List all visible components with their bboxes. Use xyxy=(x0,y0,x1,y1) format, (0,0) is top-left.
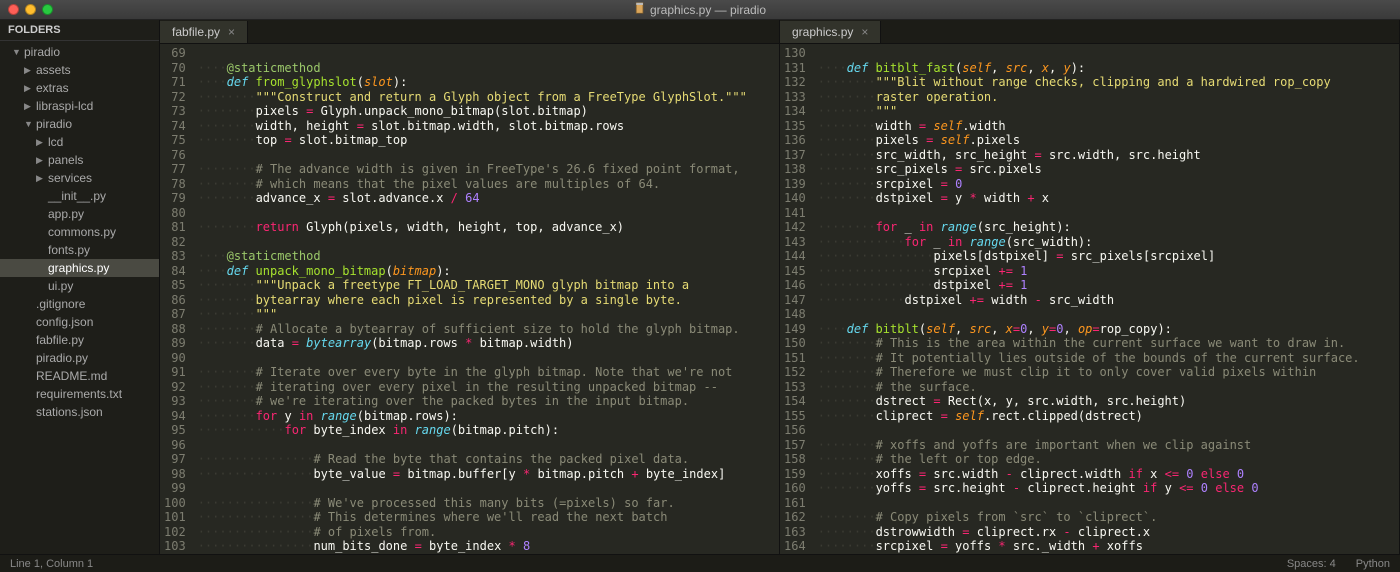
code-area[interactable]: 1301311321331341351361371381391401411421… xyxy=(780,44,1399,554)
line-gutter: 1301311321331341351361371381391401411421… xyxy=(780,44,814,554)
file-item[interactable]: piradio.py xyxy=(0,349,159,367)
status-position[interactable]: Line 1, Column 1 xyxy=(10,558,93,570)
file-icon xyxy=(634,2,646,17)
chevron-right-icon: ▶ xyxy=(24,65,34,76)
window-title: graphics.py — piradio xyxy=(650,3,766,17)
minimize-window-button[interactable] xyxy=(25,4,36,15)
tree-item-label: piradio.py xyxy=(36,351,88,365)
chevron-right-icon: ▶ xyxy=(24,83,34,94)
file-tab[interactable]: graphics.py × xyxy=(780,21,881,43)
chevron-right-icon: ▶ xyxy=(24,101,34,112)
tree-item-label: graphics.py xyxy=(48,261,109,275)
sidebar-header: FOLDERS xyxy=(0,20,159,41)
tree-item-label: piradio xyxy=(24,45,60,59)
editor-panes: fabfile.py × 69707172737475767778798081828… xyxy=(160,20,1400,554)
tree-item-label: lcd xyxy=(48,135,63,149)
code-content[interactable]: ····@staticmethod····def from_glyphslot(… xyxy=(194,44,779,554)
file-item[interactable]: graphics.py xyxy=(0,259,159,277)
file-item[interactable]: app.py xyxy=(0,205,159,223)
file-item[interactable]: fabfile.py xyxy=(0,331,159,349)
folder-item[interactable]: ▶services xyxy=(0,169,159,187)
folder-item[interactable]: ▼piradio xyxy=(0,43,159,61)
tree-item-label: assets xyxy=(36,63,71,77)
zoom-window-button[interactable] xyxy=(42,4,53,15)
folder-item[interactable]: ▶assets xyxy=(0,61,159,79)
file-item[interactable]: config.json xyxy=(0,313,159,331)
tree-item-label: services xyxy=(48,171,92,185)
sidebar: FOLDERS ▼piradio▶assets▶extras▶libraspi-… xyxy=(0,20,160,554)
tree-item-label: piradio xyxy=(36,117,72,131)
tree-item-label: commons.py xyxy=(48,225,116,239)
chevron-right-icon: ▶ xyxy=(36,137,46,148)
tree-item-label: ui.py xyxy=(48,279,73,293)
code-area[interactable]: 6970717273747576777879808182838485868788… xyxy=(160,44,779,554)
folder-tree: ▼piradio▶assets▶extras▶libraspi-lcd▼pira… xyxy=(0,41,159,423)
file-item[interactable]: __init__.py xyxy=(0,187,159,205)
tree-item-label: app.py xyxy=(48,207,84,221)
tree-item-label: panels xyxy=(48,153,83,167)
editor-pane: graphics.py × 1301311321331341351361371381… xyxy=(780,20,1400,554)
tab-label: fabfile.py xyxy=(172,25,220,39)
folder-item[interactable]: ▶libraspi-lcd xyxy=(0,97,159,115)
file-item[interactable]: README.md xyxy=(0,367,159,385)
line-gutter: 6970717273747576777879808182838485868788… xyxy=(160,44,194,554)
file-tab[interactable]: fabfile.py × xyxy=(160,21,248,43)
chevron-right-icon: ▶ xyxy=(36,173,46,184)
status-language[interactable]: Python xyxy=(1356,558,1390,570)
tree-item-label: extras xyxy=(36,81,69,95)
file-item[interactable]: stations.json xyxy=(0,403,159,421)
tree-item-label: __init__.py xyxy=(48,189,106,203)
close-window-button[interactable] xyxy=(8,4,19,15)
status-spaces[interactable]: Spaces: 4 xyxy=(1287,558,1336,570)
tree-item-label: fabfile.py xyxy=(36,333,84,347)
tree-item-label: config.json xyxy=(36,315,93,329)
tree-item-label: fonts.py xyxy=(48,243,90,257)
chevron-down-icon: ▼ xyxy=(12,47,22,57)
tab-bar: fabfile.py × xyxy=(160,20,779,44)
code-content[interactable]: ····def bitblt_fast(self, src, x, y):···… xyxy=(814,44,1399,554)
close-icon[interactable]: × xyxy=(228,25,235,39)
window-titlebar: graphics.py — piradio xyxy=(0,0,1400,20)
tree-item-label: .gitignore xyxy=(36,297,85,311)
file-item[interactable]: requirements.txt xyxy=(0,385,159,403)
status-bar: Line 1, Column 1 Spaces: 4 Python xyxy=(0,554,1400,572)
tab-bar: graphics.py × xyxy=(780,20,1399,44)
tree-item-label: requirements.txt xyxy=(36,387,122,401)
tree-item-label: stations.json xyxy=(36,405,103,419)
folder-item[interactable]: ▶extras xyxy=(0,79,159,97)
file-item[interactable]: .gitignore xyxy=(0,295,159,313)
tree-item-label: README.md xyxy=(36,369,107,383)
file-item[interactable]: commons.py xyxy=(0,223,159,241)
close-icon[interactable]: × xyxy=(861,25,868,39)
folder-item[interactable]: ▶lcd xyxy=(0,133,159,151)
tree-item-label: libraspi-lcd xyxy=(36,99,93,113)
file-item[interactable]: fonts.py xyxy=(0,241,159,259)
editor-pane: fabfile.py × 69707172737475767778798081828… xyxy=(160,20,780,554)
folder-item[interactable]: ▶panels xyxy=(0,151,159,169)
tab-label: graphics.py xyxy=(792,25,853,39)
folder-item[interactable]: ▼piradio xyxy=(0,115,159,133)
chevron-down-icon: ▼ xyxy=(24,119,34,129)
file-item[interactable]: ui.py xyxy=(0,277,159,295)
chevron-right-icon: ▶ xyxy=(36,155,46,166)
